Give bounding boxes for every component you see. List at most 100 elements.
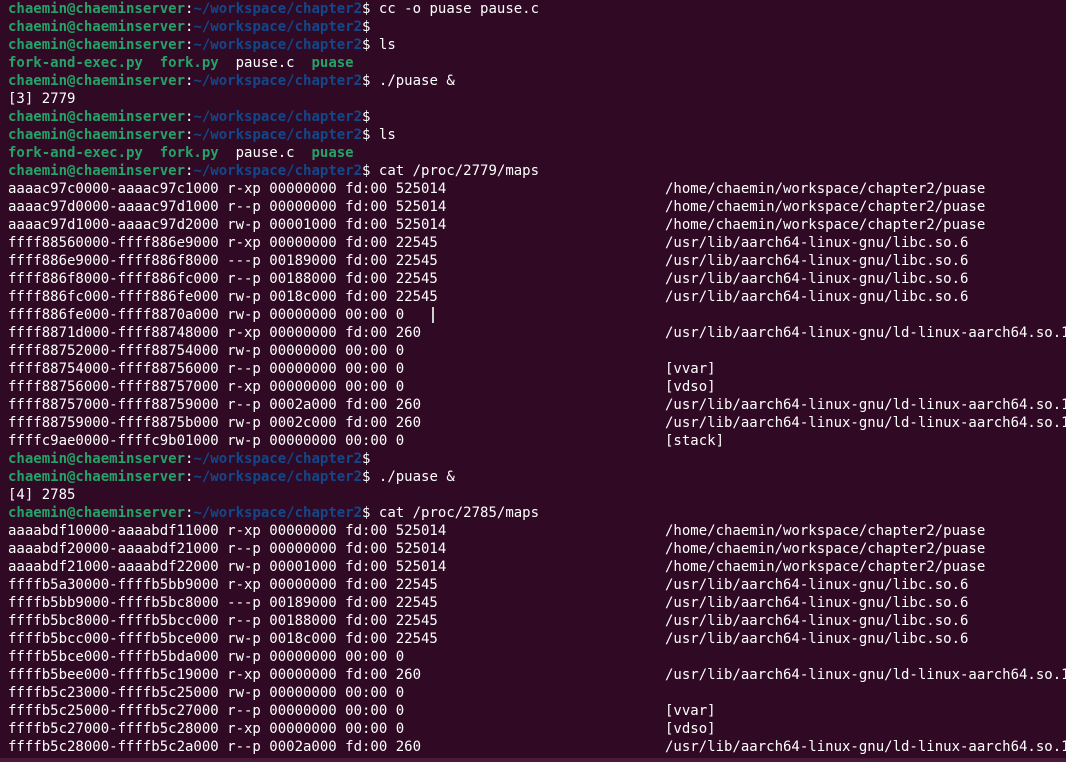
maps-fields: ffffb5c27000-ffffb5c28000 r-xp 00000000 … — [8, 721, 405, 737]
maps-fields: ffff88757000-ffff88759000 r--p 0002a000 … — [8, 397, 422, 413]
prompt-symbol: $ — [362, 469, 379, 485]
ls-output: fork-and-exec.py fork.py pause.c puase — [8, 54, 354, 72]
maps-pathname: /home/chaemin/workspace/chapter2/puase — [665, 217, 986, 233]
maps-pathname: /usr/lib/aarch64-linux-gnu/libc.so.6 — [665, 595, 969, 611]
maps-pathname: /usr/lib/aarch64-linux-gnu/libc.so.6 — [665, 613, 969, 629]
maps-row: ffffb5c23000-ffffb5c25000 rw-p 00000000 … — [8, 684, 1066, 702]
prompt-line: chaemin@chaeminserver:~/workspace/chapte… — [8, 72, 455, 90]
prompt-path: ~/workspace/chapter2 — [193, 37, 363, 53]
prompt-path: ~/workspace/chapter2 — [193, 163, 363, 179]
prompt-line: chaemin@chaeminserver:~/workspace/chapte… — [8, 0, 539, 18]
prompt-user-host: chaemin@chaeminserver — [8, 1, 186, 17]
maps-fields: ffff88560000-ffff886e9000 r-xp 00000000 … — [8, 235, 438, 251]
maps-fields: ffff88756000-ffff88757000 r-xp 00000000 … — [8, 379, 405, 395]
prompt-symbol: $ — [362, 505, 379, 521]
maps-pathname: [stack] — [665, 433, 725, 449]
maps-row: ffffc9ae0000-ffffc9b01000 rw-p 00000000 … — [8, 432, 1066, 450]
maps-row: aaaabdf10000-aaaabdf11000 r-xp 00000000 … — [8, 522, 1066, 540]
command-text: ./puase & — [378, 73, 455, 89]
maps-pathname: [vdso] — [665, 379, 716, 395]
maps-fields: ffffb5bee000-ffffb5c19000 r-xp 00000000 … — [8, 667, 422, 683]
maps-fields: ffff88754000-ffff88756000 r--p 00000000 … — [8, 361, 405, 377]
prompt-line: chaemin@chaeminserver:~/workspace/chapte… — [8, 504, 539, 522]
job-output: [3] 2779 — [8, 90, 75, 108]
prompt-path: ~/workspace/chapter2 — [193, 73, 363, 89]
maps-fields: ffff88759000-ffff8875b000 rw-p 0002c000 … — [8, 415, 422, 431]
prompt-line: chaemin@chaeminserver:~/workspace/chapte… — [8, 36, 396, 54]
maps-fields: ffff886fe000-ffff8870a000 rw-p 00000000 … — [8, 307, 405, 323]
maps-pathname: /home/chaemin/workspace/chapter2/puase — [665, 199, 986, 215]
prompt-user-host: chaemin@chaeminserver — [8, 19, 186, 35]
command-text: ./puase & — [378, 469, 455, 485]
maps-fields: aaaac97d0000-aaaac97d1000 r--p 00000000 … — [8, 199, 447, 215]
window-bottom-edge — [0, 758, 1066, 762]
maps-row: ffff88754000-ffff88756000 r--p 00000000 … — [8, 360, 1066, 378]
job-info: [4] 2785 — [8, 487, 76, 503]
maps-row: ffff88756000-ffff88757000 r-xp 00000000 … — [8, 378, 1066, 396]
maps-pathname: [vdso] — [665, 721, 716, 737]
maps-row: ffffb5bc8000-ffffb5bcc000 r--p 00188000 … — [8, 612, 1066, 630]
maps-fields: ffffb5c28000-ffffb5c2a000 r--p 0002a000 … — [8, 739, 422, 755]
maps-pathname: /usr/lib/aarch64-linux-gnu/libc.so.6 — [665, 631, 969, 647]
file-entry: fork.py — [159, 145, 219, 161]
file-entry: fork-and-exec.py — [8, 145, 143, 161]
maps-pathname: /usr/lib/aarch64-linux-gnu/ld-linux-aarc… — [665, 325, 1066, 341]
prompt-line: chaemin@chaeminserver:~/workspace/chapte… — [8, 162, 539, 180]
maps-pathname: [vvar] — [665, 361, 716, 377]
prompt-user-host: chaemin@chaeminserver — [8, 469, 186, 485]
maps-row: ffffb5c25000-ffffb5c27000 r--p 00000000 … — [8, 702, 1066, 720]
maps-row: ffff88752000-ffff88754000 rw-p 00000000 … — [8, 342, 1066, 360]
maps-pathname: /usr/lib/aarch64-linux-gnu/ld-linux-aarc… — [665, 415, 1066, 431]
maps-row: ffffb5bb9000-ffffb5bc8000 ---p 00189000 … — [8, 594, 1066, 612]
maps-pathname: [vvar] — [665, 703, 716, 719]
maps-fields: ffffb5bce000-ffffb5bda000 rw-p 00000000 … — [8, 649, 405, 665]
maps-fields: ffffb5bc8000-ffffb5bcc000 r--p 00188000 … — [8, 613, 438, 629]
maps-fields: ffffb5a30000-ffffb5bb9000 r-xp 00000000 … — [8, 577, 438, 593]
maps-row: aaaabdf20000-aaaabdf21000 r--p 00000000 … — [8, 540, 1066, 558]
maps-fields: aaaac97c0000-aaaac97c1000 r-xp 00000000 … — [8, 181, 447, 197]
maps-fields: aaaabdf10000-aaaabdf11000 r-xp 00000000 … — [8, 523, 447, 539]
maps-pathname: /usr/lib/aarch64-linux-gnu/libc.so.6 — [665, 577, 969, 593]
maps-row: ffff886e9000-ffff886f8000 ---p 00189000 … — [8, 252, 1066, 270]
prompt-user-host: chaemin@chaeminserver — [8, 505, 186, 521]
prompt-user-host: chaemin@chaeminserver — [8, 37, 186, 53]
prompt-user-host: chaemin@chaeminserver — [8, 73, 186, 89]
maps-fields: ffffb5c23000-ffffb5c25000 rw-p 00000000 … — [8, 685, 405, 701]
maps-row: ffffb5a30000-ffffb5bb9000 r-xp 00000000 … — [8, 576, 1066, 594]
maps-row: ffff8871d000-ffff88748000 r-xp 00000000 … — [8, 324, 1066, 342]
prompt-symbol: $ — [362, 37, 379, 53]
prompt-symbol: $ — [362, 127, 379, 143]
maps-row: aaaac97d0000-aaaac97d1000 r--p 00000000 … — [8, 198, 1066, 216]
prompt-path: ~/workspace/chapter2 — [193, 109, 363, 125]
prompt-user-host: chaemin@chaeminserver — [8, 163, 186, 179]
prompt-symbol: $ — [362, 451, 371, 467]
terminal-window[interactable]: chaemin@chaeminserver:~/workspace/chapte… — [0, 0, 1066, 762]
maps-row: ffffb5c28000-ffffb5c2a000 r--p 0002a000 … — [8, 738, 1066, 756]
maps-fields: ffff886f8000-ffff886fc000 r--p 00188000 … — [8, 271, 438, 287]
maps-fields: ffff88752000-ffff88754000 rw-p 00000000 … — [8, 343, 405, 359]
command-text: ls — [378, 127, 396, 143]
command-text: cat /proc/2779/maps — [378, 163, 540, 179]
maps-row: ffff886f8000-ffff886fc000 r--p 00188000 … — [8, 270, 1066, 288]
maps-fields: ffffb5bcc000-ffffb5bce000 rw-p 0018c000 … — [8, 631, 438, 647]
maps-row: ffff88757000-ffff88759000 r--p 0002a000 … — [8, 396, 1066, 414]
maps-pathname: /usr/lib/aarch64-linux-gnu/ld-linux-aarc… — [665, 397, 1066, 413]
maps-fields: ffffb5bb9000-ffffb5bc8000 ---p 00189000 … — [8, 595, 438, 611]
command-text: cat /proc/2785/maps — [378, 505, 540, 521]
prompt-path: ~/workspace/chapter2 — [193, 469, 363, 485]
maps-row: ffff886fe000-ffff8870a000 rw-p 00000000 … — [8, 306, 1066, 324]
file-entry: puase — [311, 55, 354, 71]
maps-row: ffffb5bee000-ffffb5c19000 r-xp 00000000 … — [8, 666, 1066, 684]
file-entry: fork-and-exec.py — [8, 55, 143, 71]
prompt-path: ~/workspace/chapter2 — [193, 505, 363, 521]
maps-fields: ffff886fc000-ffff886fe000 rw-p 0018c000 … — [8, 289, 438, 305]
maps-row: ffffb5c27000-ffffb5c28000 r-xp 00000000 … — [8, 720, 1066, 738]
maps-pathname: /home/chaemin/workspace/chapter2/puase — [665, 181, 986, 197]
prompt-path: ~/workspace/chapter2 — [193, 127, 363, 143]
maps-pathname: /home/chaemin/workspace/chapter2/puase — [665, 559, 986, 575]
prompt-user-host: chaemin@chaeminserver — [8, 451, 186, 467]
file-entry: pause.c — [235, 145, 295, 161]
maps-fields: ffffb5c25000-ffffb5c27000 r--p 00000000 … — [8, 703, 405, 719]
command-text: ls — [378, 37, 396, 53]
maps-row: aaaac97d1000-aaaac97d2000 rw-p 00001000 … — [8, 216, 1066, 234]
